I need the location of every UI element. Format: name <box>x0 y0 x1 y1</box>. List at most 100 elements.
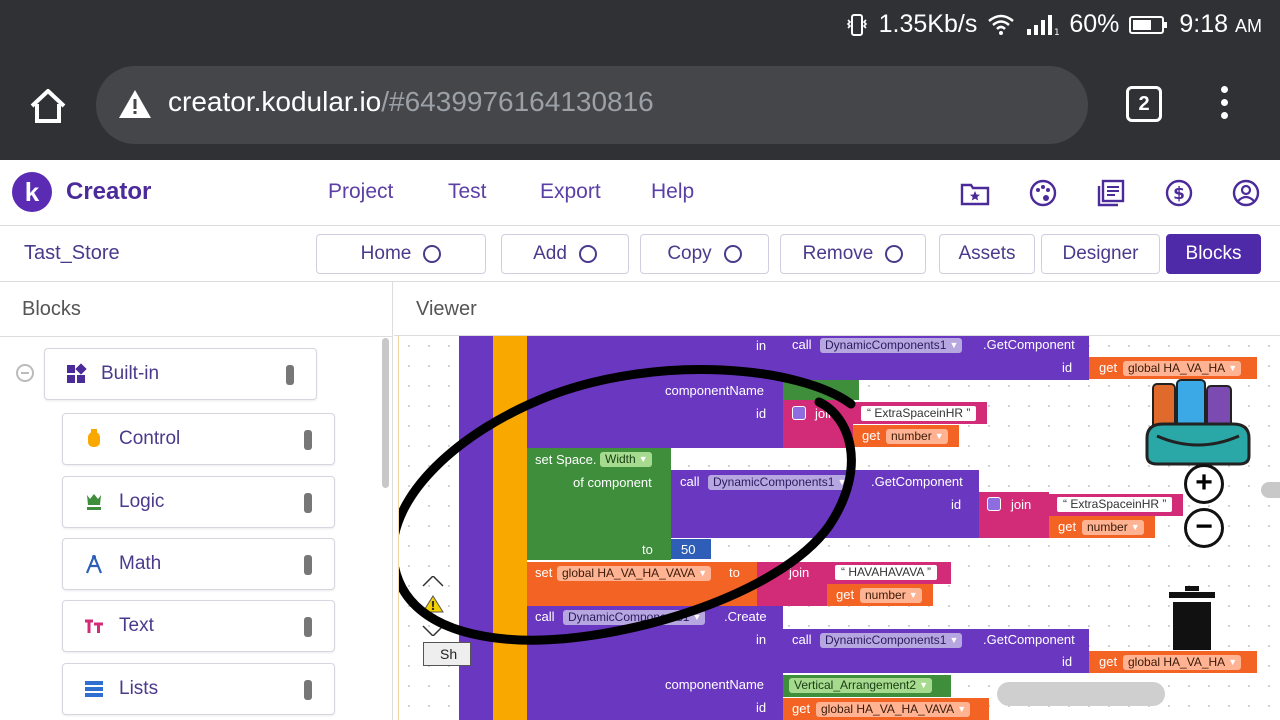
mutator-gear-icon[interactable] <box>987 497 1001 511</box>
number-value[interactable]: 50 <box>681 542 695 557</box>
library-icon[interactable] <box>1096 178 1126 208</box>
width-dropdown[interactable]: Width <box>600 452 652 467</box>
component-dropdown[interactable]: Vertical_Arrangement2 <box>789 678 933 693</box>
get-label: get <box>1099 360 1118 375</box>
dynamic-components-dropdown[interactable]: DynamicComponents1 <box>563 610 706 625</box>
close-circle-icon <box>885 245 904 263</box>
variable-dropdown[interactable]: global HA_VA_HA_VAVA <box>816 702 971 717</box>
collapse-icon[interactable] <box>16 364 34 382</box>
account-icon[interactable] <box>1231 178 1261 208</box>
browser-menu-icon[interactable] <box>1214 86 1234 126</box>
mutator-gear-icon[interactable] <box>792 406 806 420</box>
get-label: get <box>792 701 811 716</box>
project-name[interactable]: Tast_Store <box>24 242 120 265</box>
number-dropdown[interactable]: number <box>1082 520 1144 535</box>
viewer-header: Viewer <box>394 282 1280 336</box>
backpack-icon[interactable] <box>1143 376 1255 466</box>
copy-icon <box>723 245 742 263</box>
in-label: in <box>756 632 767 647</box>
copy-screen-label: Copy <box>667 243 712 264</box>
variable-dropdown[interactable]: global HA_VA_HA <box>1123 655 1242 670</box>
remove-screen-button[interactable]: Remove <box>780 234 926 274</box>
logic-icon <box>87 494 101 510</box>
designer-button[interactable]: Designer <box>1041 234 1160 274</box>
nav-export[interactable]: Export <box>540 180 601 204</box>
assets-button[interactable]: Assets <box>939 234 1035 274</box>
id-label: id <box>1062 654 1073 669</box>
drag-handle[interactable] <box>304 680 312 700</box>
brand-name[interactable]: Creator <box>66 178 151 206</box>
nav-project[interactable]: Project <box>328 180 393 204</box>
dynamic-components-dropdown[interactable]: DynamicComponents1 <box>708 475 851 490</box>
nav-help[interactable]: Help <box>651 180 694 204</box>
call-label: call <box>680 474 700 489</box>
nav-test[interactable]: Test <box>448 180 487 204</box>
string-value[interactable]: “ HAVAHAVAVA ” <box>835 565 938 580</box>
string-value[interactable]: “ ExtraSpaceinHR ” <box>861 406 977 421</box>
home-screen-button[interactable]: Home <box>316 234 486 274</box>
dynamic-components-dropdown[interactable]: DynamicComponents1 <box>820 338 963 353</box>
create-label: .Create <box>724 609 767 624</box>
drag-handle[interactable] <box>304 555 312 575</box>
add-screen-label: Add <box>533 243 567 264</box>
drag-handle[interactable] <box>286 365 294 385</box>
zoom-in-icon[interactable]: + <box>1184 464 1224 504</box>
set-space-label: set Space. <box>535 452 597 467</box>
tab-switcher-button[interactable]: 2 <box>1126 86 1162 122</box>
blocks-scrollbar[interactable] <box>382 338 389 488</box>
warning-indicator-icon[interactable]: ! <box>421 576 445 636</box>
not-secure-warning-icon[interactable] <box>118 88 152 120</box>
get-label: get <box>862 428 881 443</box>
add-screen-button[interactable]: Add <box>501 234 629 274</box>
trash-icon[interactable] <box>1169 586 1215 650</box>
text-label: Text <box>119 615 154 636</box>
starred-folder-icon[interactable] <box>960 178 990 208</box>
number-dropdown[interactable]: number <box>886 429 948 444</box>
collapsed-block[interactable]: Sh <box>423 642 471 666</box>
block-category-logic[interactable]: Logic <box>62 476 335 528</box>
call-label: call <box>792 632 812 647</box>
palette-icon[interactable] <box>1028 178 1058 208</box>
drag-handle[interactable] <box>304 493 312 513</box>
id-label: id <box>1062 360 1073 375</box>
url-text[interactable]: creator.kodular.io/#6439976164130816 <box>168 86 654 118</box>
clock-ampm: AM <box>1235 16 1262 36</box>
component-name-block[interactable] <box>783 380 859 400</box>
dollar-icon[interactable]: $ <box>1164 178 1194 208</box>
dynamic-components-dropdown[interactable]: DynamicComponents1 <box>820 633 963 648</box>
control-label: Control <box>119 428 181 449</box>
variable-dropdown[interactable]: global HA_VA_HA <box>1123 361 1242 376</box>
kodular-logo[interactable]: k <box>12 172 52 212</box>
block-category-lists[interactable]: Lists <box>62 663 335 715</box>
app-header: k Creator Project Test Export Help $ <box>0 160 1280 226</box>
svg-text:$: $ <box>1173 184 1185 204</box>
block-category-text[interactable]: Text <box>62 600 335 652</box>
workspace-horizontal-scrollbar[interactable] <box>997 682 1165 706</box>
zoom-out-icon[interactable]: − <box>1184 508 1224 548</box>
viewer-title: Viewer <box>416 298 477 320</box>
home-icon[interactable] <box>26 84 70 128</box>
blocks-workspace[interactable]: in componentName id call DynamicComponen… <box>398 336 1280 720</box>
string-value[interactable]: “ ExtraSpaceinHR ” <box>1057 497 1173 512</box>
control-loop-block[interactable] <box>493 336 527 720</box>
workspace-vertical-scrollbar[interactable] <box>1261 482 1280 498</box>
get-label: get <box>1099 654 1118 669</box>
variable-dropdown[interactable]: global HA_VA_HA_VAVA <box>557 566 712 581</box>
address-bar[interactable]: creator.kodular.io/#6439976164130816 <box>96 66 1088 144</box>
block-category-math[interactable]: Math <box>62 538 335 590</box>
id-label: id <box>756 406 767 421</box>
blocks-button[interactable]: Blocks <box>1166 234 1261 274</box>
math-label: Math <box>119 553 162 574</box>
chevron-down-icon <box>423 245 442 263</box>
block-category-control[interactable]: Control <box>62 413 335 465</box>
copy-screen-button[interactable]: Copy <box>640 234 769 274</box>
text-icon <box>85 619 103 633</box>
svg-text:!: ! <box>430 599 435 613</box>
builtin-group[interactable]: Built-in <box>44 348 317 400</box>
status-bar: 1.35Kb/s 1 60% 9:18 AM <box>0 0 1280 52</box>
call-label: call <box>792 337 812 352</box>
drag-handle[interactable] <box>304 617 312 637</box>
number-dropdown[interactable]: number <box>860 588 922 603</box>
getcomponent-label: .GetComponent <box>983 632 1075 647</box>
drag-handle[interactable] <box>304 430 312 450</box>
